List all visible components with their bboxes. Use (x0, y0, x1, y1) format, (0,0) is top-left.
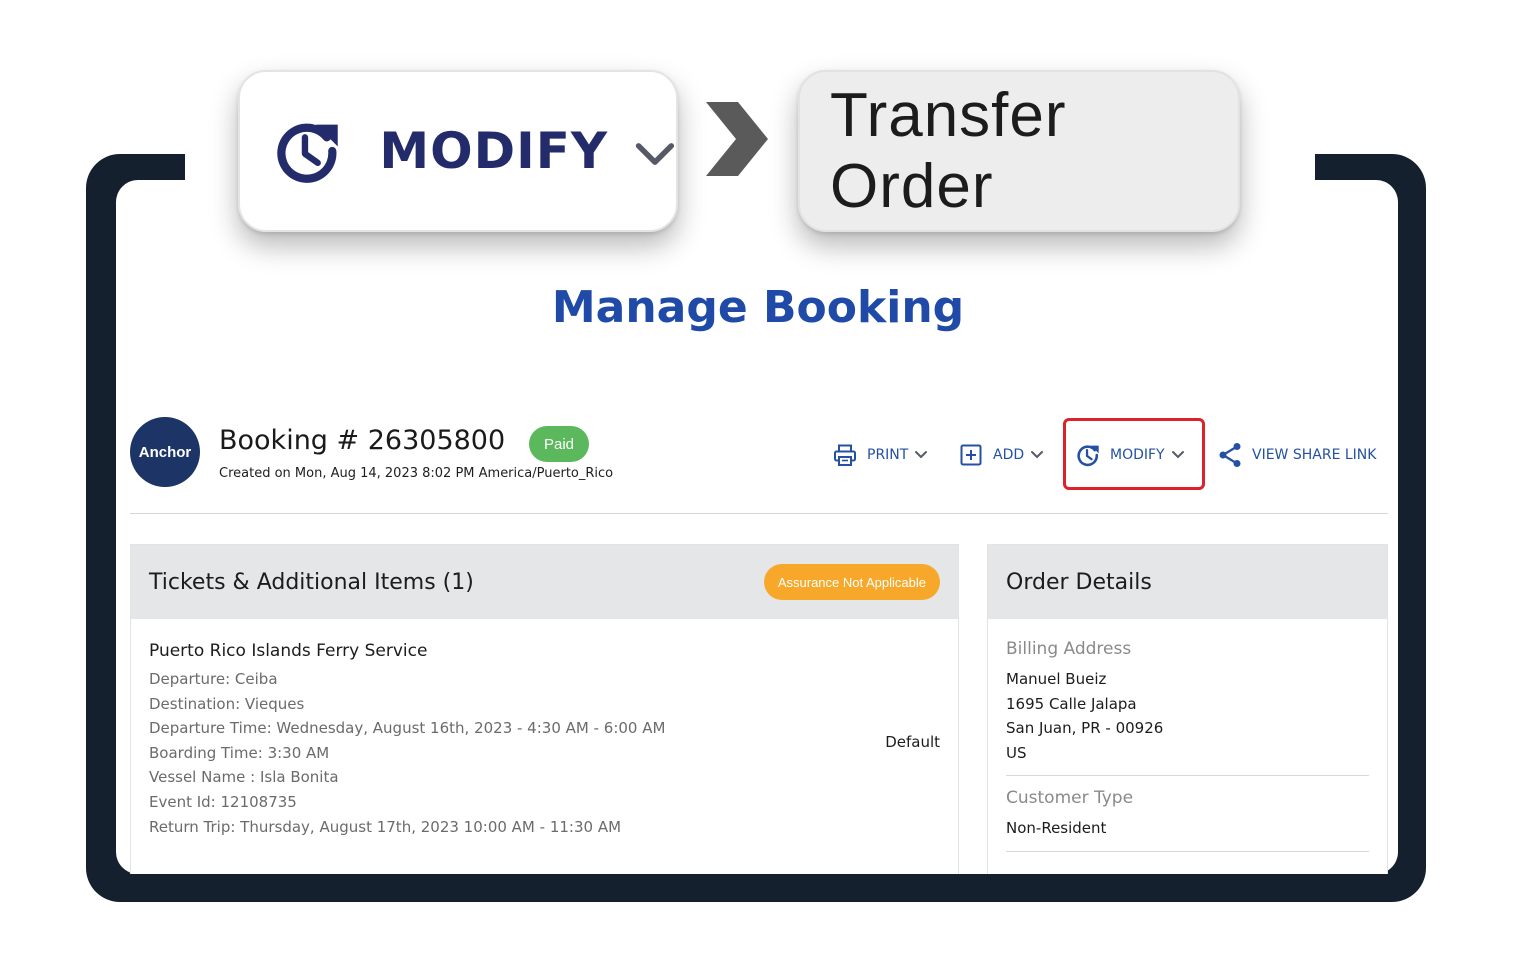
ticket-destination: Destination: Vieques (149, 694, 305, 713)
order-details-panel: Order Details Billing Address Manuel Bue… (987, 544, 1388, 874)
modify-label: MODIFY (1110, 447, 1165, 463)
ticket-service-name: Puerto Rico Islands Ferry Service (149, 641, 428, 661)
arrow-right-icon (706, 102, 768, 176)
customer-type-label: Customer Type (1006, 788, 1134, 809)
customer-type-value: Non-Resident (1006, 819, 1107, 838)
order-details-divider (1006, 775, 1369, 777)
billing-address-label: Billing Address (1006, 639, 1132, 659)
ticket-boarding-time: Boarding Time: 3:30 AM (149, 743, 330, 762)
share-icon (1219, 443, 1241, 467)
order-details-heading: Order Details (1006, 569, 1152, 595)
modify-callout[interactable]: MODIFY (238, 70, 678, 232)
assurance-badge: Assurance Not Applicable (763, 564, 940, 600)
stage: MODIFY Transfer Order Manage Booking Anc… (0, 0, 1536, 961)
order-details-divider (1006, 850, 1369, 852)
chevron-down-icon (635, 143, 675, 165)
order-details-header: Order Details (988, 545, 1387, 619)
ticket-return-trip: Return Trip: Thursday, August 17th, 2023… (149, 817, 622, 836)
add-button[interactable]: ADD (959, 442, 1044, 468)
ticket-vessel-name: Vessel Name : Isla Bonita (149, 768, 339, 787)
ticket-departure: Departure: Ceiba (149, 670, 278, 688)
modify-clock-icon (277, 123, 338, 183)
order-details-body: Billing Address Manuel Bueiz 1695 Calle … (1006, 639, 1369, 864)
tickets-panel-header: Tickets & Additional Items (1) Assurance… (131, 545, 958, 619)
add-square-icon (960, 444, 982, 466)
view-share-link-button[interactable]: VIEW SHARE LINK (1218, 442, 1376, 468)
modify-button[interactable]: MODIFY (1076, 442, 1185, 468)
tickets-panel: Tickets & Additional Items (1) Assurance… (130, 544, 959, 874)
ticket-item: Puerto Rico Islands Ferry Service Depart… (149, 641, 665, 839)
billing-country: US (1006, 743, 1027, 762)
page-title: Manage Booking (551, 282, 965, 333)
share-label: VIEW SHARE LINK (1252, 447, 1377, 463)
status-badge: Paid (529, 426, 589, 462)
print-button[interactable]: PRINT (833, 442, 928, 468)
modify-clock-icon (1077, 445, 1099, 467)
company-avatar: Anchor (130, 417, 200, 487)
ticket-departure-time: Departure Time: Wednesday, August 16th, … (149, 719, 666, 738)
header-divider (130, 513, 1388, 514)
ticket-event-id: Event Id: 12108735 (149, 792, 297, 811)
billing-street: 1695 Calle Jalapa (1006, 694, 1137, 713)
modify-callout-label: MODIFY (379, 122, 609, 180)
booking-number: Booking # 26305800 (219, 425, 506, 456)
billing-city: San Juan, PR - 00926 (1006, 719, 1164, 738)
chevron-down-icon (915, 451, 928, 459)
ticket-fare-type: Default (885, 733, 940, 751)
created-timestamp: Created on Mon, Aug 14, 2023 8:02 PM Ame… (219, 466, 614, 481)
transfer-order-callout[interactable]: Transfer Order (798, 70, 1240, 232)
billing-name: Manuel Bueiz (1006, 670, 1107, 688)
printer-icon (834, 444, 856, 466)
add-label: ADD (993, 447, 1025, 463)
chevron-down-icon (1171, 451, 1184, 459)
tickets-heading: Tickets & Additional Items (1) (149, 569, 474, 595)
print-label: PRINT (867, 447, 909, 463)
chevron-down-icon (1031, 451, 1044, 459)
transfer-order-label: Transfer Order (830, 81, 1067, 221)
